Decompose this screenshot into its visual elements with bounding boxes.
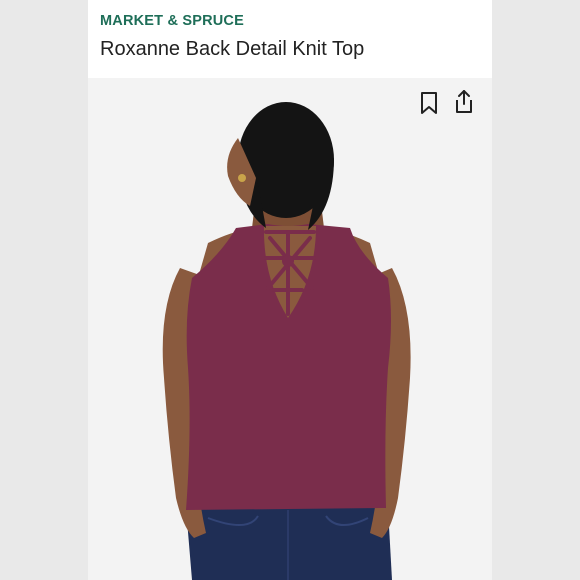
right-backdrop [492,0,580,580]
product-card: MARKET & SPRUCE Roxanne Back Detail Knit… [88,0,492,580]
model-illustration [88,78,492,580]
product-photo [88,78,492,580]
bookmark-icon[interactable] [418,91,440,115]
brand-name[interactable]: MARKET & SPRUCE [100,13,244,29]
left-backdrop [0,0,88,580]
share-icon[interactable] [453,89,475,113]
product-header: MARKET & SPRUCE Roxanne Back Detail Knit… [88,0,492,78]
product-title: Roxanne Back Detail Knit Top [100,38,365,60]
